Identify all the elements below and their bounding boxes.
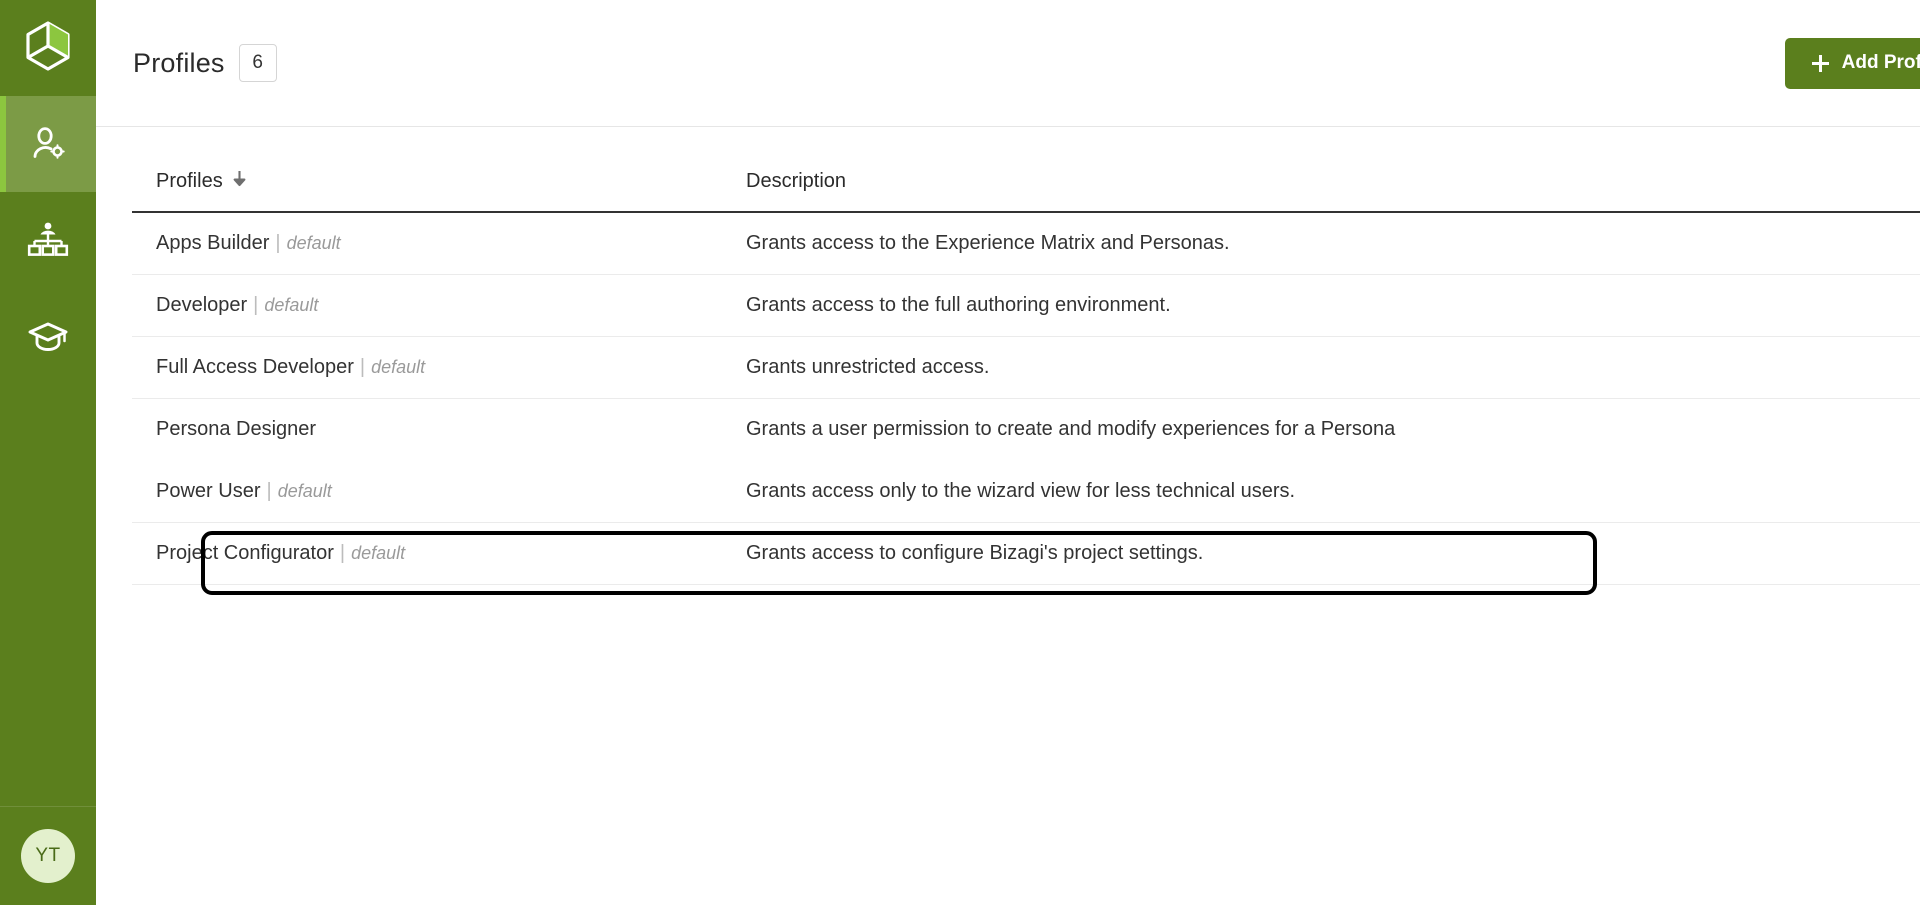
cell-profile-name: Full Access Developer | default xyxy=(132,336,746,399)
separator-pipe: | xyxy=(266,480,272,502)
default-tag: default xyxy=(371,357,426,377)
cell-profile-description: Grants access to the Experience Matrix a… xyxy=(746,212,1920,275)
cell-profile-name: Developer | default xyxy=(132,274,746,337)
separator-pipe: | xyxy=(275,232,281,254)
sidebar-item-users-profiles[interactable] xyxy=(0,96,96,192)
page-title: Profiles xyxy=(133,47,225,78)
table-row[interactable]: Developer | default Grants access to the f… xyxy=(132,274,1920,337)
cell-profile-name: Persona Designer xyxy=(132,399,746,461)
main-content: Profiles 6 Add Profile Profiles xyxy=(96,0,1920,905)
bizagi-cube-logo-icon xyxy=(24,20,72,76)
user-gear-icon xyxy=(27,123,69,165)
title-group: Profiles 6 xyxy=(133,44,277,82)
profiles-count-badge: 6 xyxy=(238,44,277,82)
profiles-table: Profiles Description Apps Builder | defa… xyxy=(132,170,1920,585)
page-header: Profiles 6 Add Profile xyxy=(96,0,1920,127)
default-tag: default xyxy=(277,481,332,501)
default-tag: default xyxy=(351,543,406,563)
profile-name: Power User xyxy=(156,480,261,502)
column-header-profiles-label: Profiles xyxy=(156,170,223,192)
cell-profile-name: Power User | default xyxy=(132,460,746,523)
profile-name: Developer xyxy=(156,294,248,316)
add-profile-label: Add Profile xyxy=(1841,52,1920,73)
profile-name: Persona Designer xyxy=(156,418,317,440)
profiles-table-container: Profiles Description Apps Builder | defa… xyxy=(96,127,1920,905)
arrow-down-icon[interactable] xyxy=(232,170,247,193)
org-chart-icon xyxy=(27,219,69,261)
user-account[interactable]: YT xyxy=(0,806,96,905)
separator-pipe: | xyxy=(339,542,346,564)
cell-profile-name: Apps Builder | default xyxy=(132,212,746,275)
add-profile-button[interactable]: Add Profile xyxy=(1784,37,1920,89)
profile-name: Apps Builder xyxy=(156,232,270,254)
column-header-description-label: Description xyxy=(746,170,847,192)
table-header: Profiles Description xyxy=(132,170,1920,213)
profile-name: Full Access Developer xyxy=(156,356,354,378)
column-header-profiles[interactable]: Profiles xyxy=(132,170,746,213)
separator-pipe: | xyxy=(359,356,366,378)
cell-profile-description: Grants unrestricted access. xyxy=(746,336,1920,399)
table-row[interactable]: Power User | default Grants access only to… xyxy=(132,460,1920,523)
table-row[interactable]: Project Configurator | default Grants acce… xyxy=(132,522,1920,585)
cell-profile-description: Grants access to configure Bizagi's proj… xyxy=(746,522,1920,585)
app-root: YT Profiles 6 Add Profile xyxy=(0,0,1920,905)
default-tag: default xyxy=(264,295,319,315)
separator-pipe: | xyxy=(253,294,259,316)
plus-icon xyxy=(1811,54,1829,72)
app-logo[interactable] xyxy=(0,0,96,96)
table-row[interactable]: Apps Builder | default Grants access to th… xyxy=(132,212,1920,275)
table-body: Apps Builder | default Grants access to th… xyxy=(132,212,1920,585)
graduation-cap-icon xyxy=(26,315,70,357)
cell-profile-description: Grants access to the full authoring envi… xyxy=(746,274,1920,337)
table-header-row: Profiles Description xyxy=(132,170,1920,213)
sidebar: YT xyxy=(0,0,96,905)
cell-profile-description: Grants access only to the wizard view fo… xyxy=(746,460,1920,523)
sidebar-item-learning[interactable] xyxy=(0,288,96,384)
cell-profile-description: Grants a user permission to create and m… xyxy=(746,418,1396,440)
profile-name: Project Configurator xyxy=(156,542,334,564)
default-tag: default xyxy=(286,233,341,253)
column-header-description[interactable]: Description xyxy=(746,170,1920,213)
cell-profile-name: Project Configurator | default xyxy=(132,522,746,585)
table-row[interactable]: Full Access Developer | default Grants unr… xyxy=(132,336,1920,399)
sidebar-item-organization[interactable] xyxy=(0,192,96,288)
avatar[interactable]: YT xyxy=(21,829,75,883)
table-row-selected[interactable]: Persona Designer Grants a user permissio… xyxy=(132,399,1920,461)
